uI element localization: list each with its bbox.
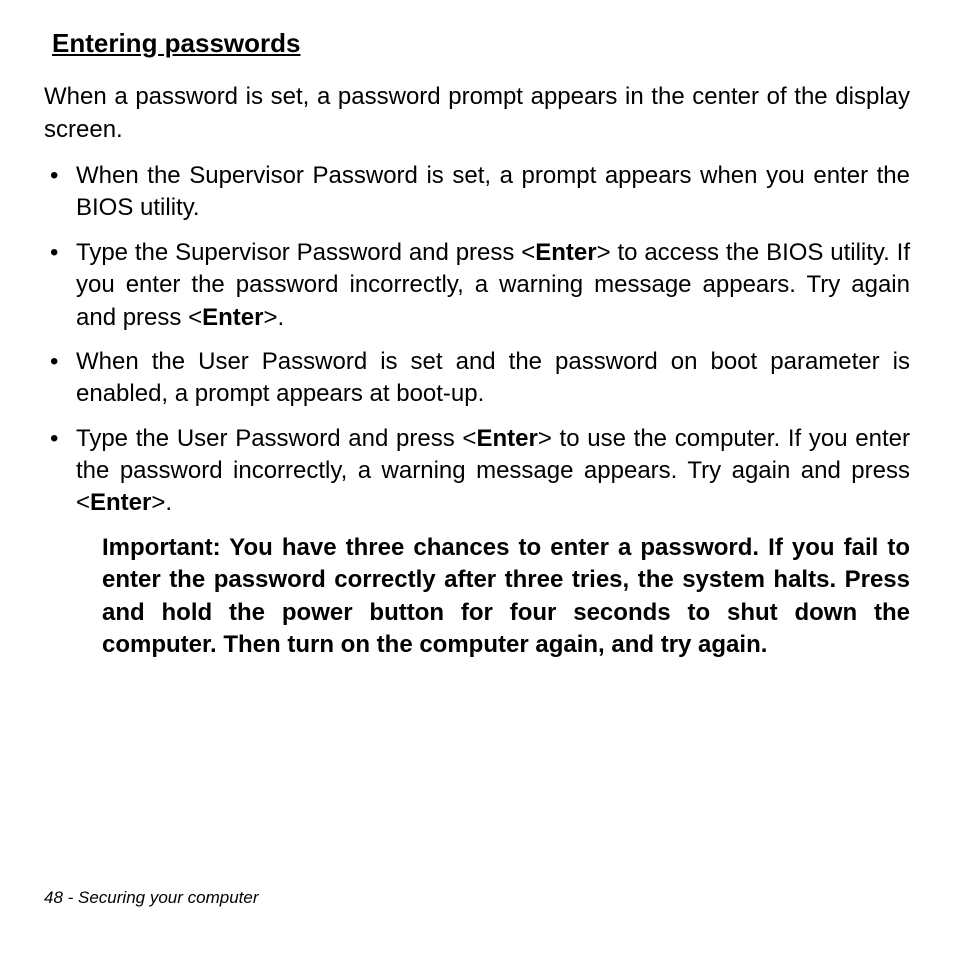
text-run: Type the Supervisor Password and press < (76, 239, 535, 266)
key-name: Enter (202, 304, 263, 331)
bullet-dot-icon: • (50, 160, 58, 192)
list-item: • Type the Supervisor Password and press… (44, 237, 910, 334)
document-page: Entering passwords When a password is se… (0, 0, 954, 954)
bullet-dot-icon: • (50, 237, 58, 269)
section-heading: Entering passwords (52, 28, 910, 59)
list-item-text: When the Supervisor Password is set, a p… (76, 162, 910, 221)
text-run: >. (263, 304, 284, 331)
text-run: Type the User Password and press < (76, 425, 476, 452)
list-item-text: Type the User Password and press <Enter>… (76, 425, 910, 517)
intro-paragraph: When a password is set, a password promp… (44, 81, 910, 146)
key-name: Enter (535, 239, 596, 266)
list-item-text: Type the Supervisor Password and press <… (76, 239, 910, 331)
list-item-text: When the User Password is set and the pa… (76, 348, 910, 407)
text-run: >. (151, 489, 172, 516)
bullet-list: • When the Supervisor Password is set, a… (44, 160, 910, 520)
list-item: • When the User Password is set and the … (44, 346, 910, 411)
key-name: Enter (90, 489, 151, 516)
bullet-dot-icon: • (50, 346, 58, 378)
bullet-dot-icon: • (50, 423, 58, 455)
page-footer: 48 - Securing your computer (44, 888, 259, 908)
list-item: • Type the User Password and press <Ente… (44, 423, 910, 520)
key-name: Enter (476, 425, 537, 452)
important-note: Important: You have three chances to ent… (44, 532, 910, 662)
list-item: • When the Supervisor Password is set, a… (44, 160, 910, 225)
